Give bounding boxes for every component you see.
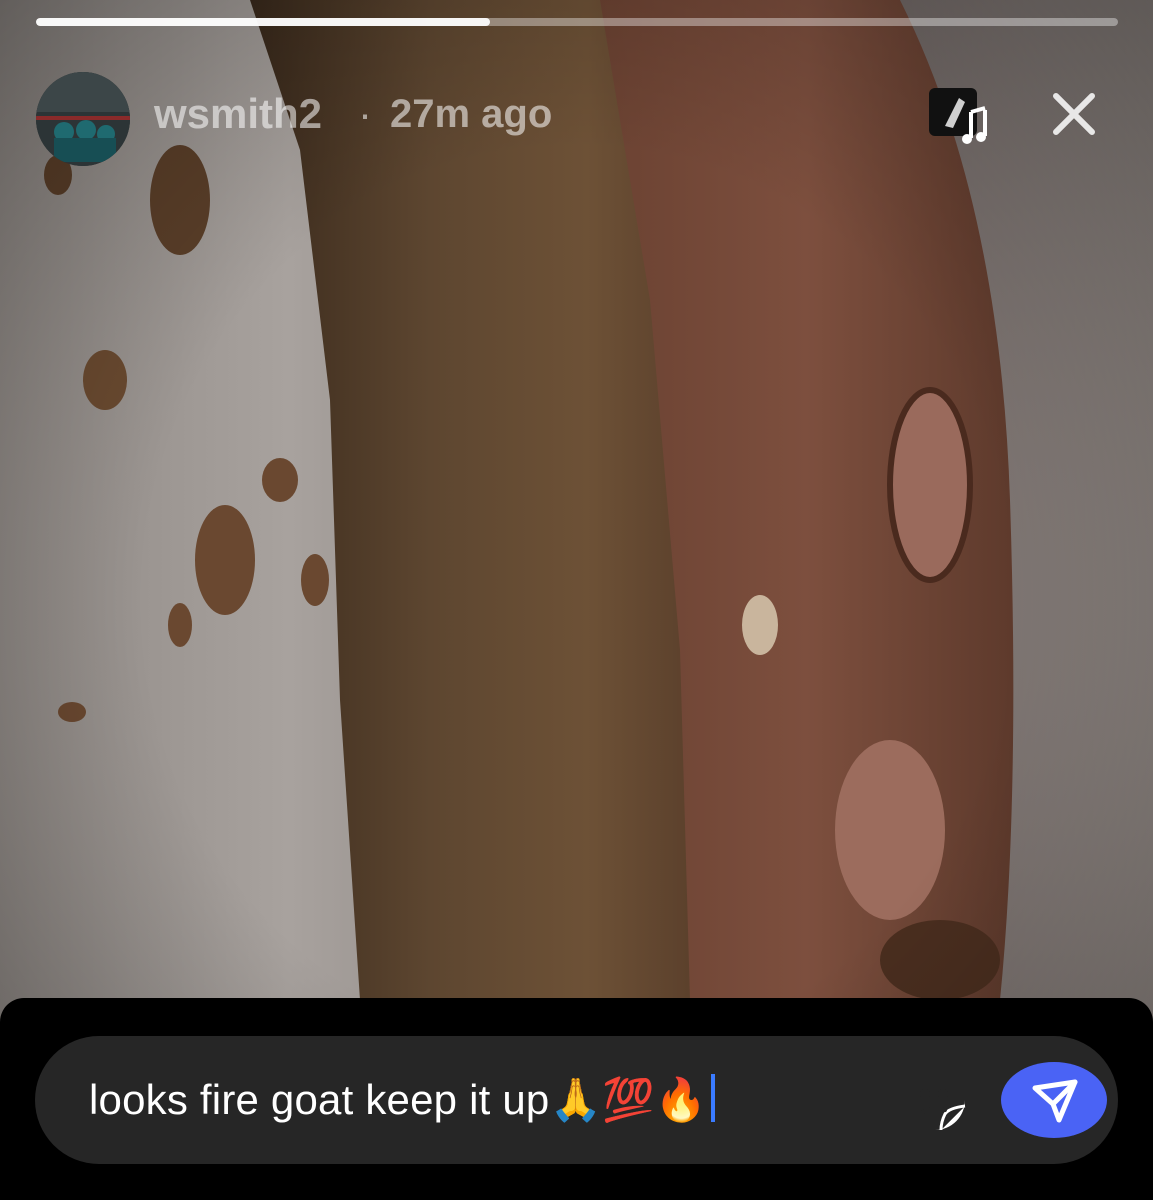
music-note-icon[interactable]	[923, 82, 993, 152]
close-icon[interactable]	[1044, 84, 1104, 144]
message-text[interactable]: looks fire goat keep it up🙏💯🔥	[89, 1074, 715, 1125]
separator-dot: ·	[358, 90, 372, 137]
text-cursor	[710, 1074, 715, 1122]
send-button[interactable]	[1001, 1062, 1107, 1138]
story-progress-fill	[36, 18, 491, 26]
message-input[interactable]: looks fire goat keep it up🙏💯🔥	[35, 1036, 1118, 1164]
story-progress-bar	[36, 18, 1118, 26]
send-icon	[1001, 1062, 1107, 1138]
message-value: looks fire goat keep it up🙏💯🔥	[89, 1076, 707, 1123]
story-header: wsmith2 · 27m ago	[36, 68, 1118, 166]
username[interactable]: wsmith2	[154, 90, 322, 138]
avatar-image	[36, 72, 130, 166]
avatar[interactable]	[36, 72, 130, 166]
reply-composer: looks fire goat keep it up🙏💯🔥	[0, 998, 1153, 1200]
sticker-icon[interactable]	[901, 1066, 969, 1134]
time-ago: 27m ago	[390, 92, 553, 136]
